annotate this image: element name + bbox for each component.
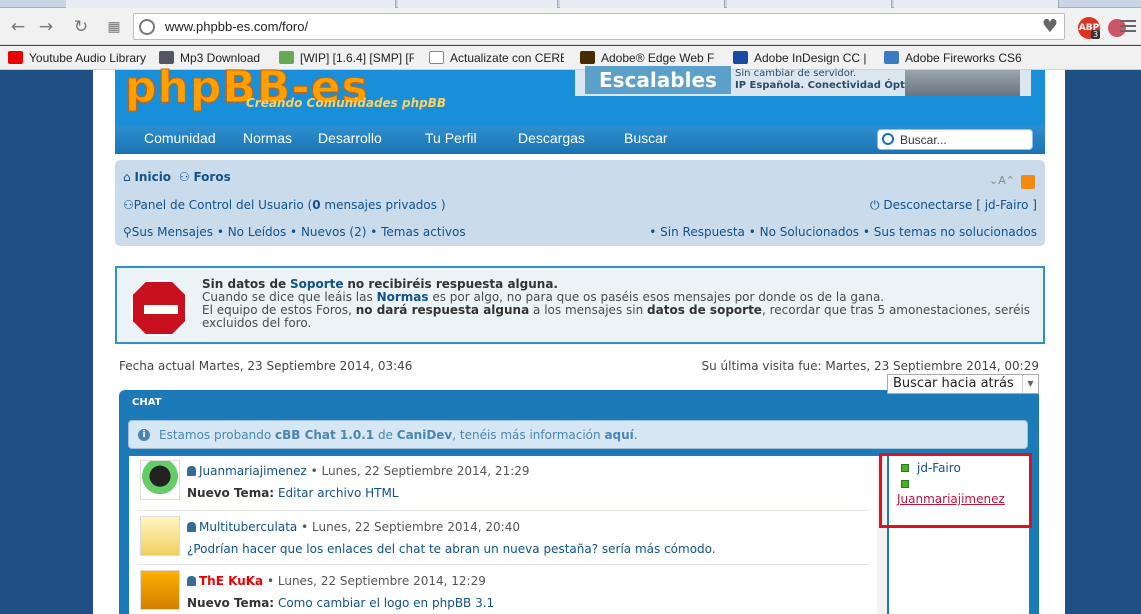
tab-strip: [0, 0, 1141, 8]
bookmark-item[interactable]: Adobe InDesign CC |: [733, 51, 869, 67]
message-date: • Lunes, 22 Septiembre 2014, 20:40: [301, 520, 520, 534]
page-icon: [429, 51, 444, 64]
search-input[interactable]: Buscar...: [877, 129, 1033, 150]
jump-back-select[interactable]: Buscar hacia atrás ▼: [887, 374, 1039, 394]
breadcrumb-panel: ⌂ Inicio ⚇ Foros ⌄A⌃ ⚇Panel de Control d…: [115, 160, 1045, 246]
home-icon: ⌂: [123, 170, 131, 184]
user-icon: [187, 576, 196, 586]
soporte-link[interactable]: Soporte: [290, 277, 344, 291]
quick-links-row: ⚲Sus Mensajes • No Leídos • Nuevos (2) •…: [123, 225, 1037, 243]
message-user[interactable]: Multituberculata: [199, 520, 297, 534]
message-user[interactable]: Juanmariajimenez: [199, 464, 307, 478]
browser-tab[interactable]: [66, 0, 396, 8]
message-link[interactable]: Editar archivo HTML: [278, 486, 399, 500]
nav-comunidad[interactable]: Comunidad: [144, 130, 216, 146]
bookmark-heart-icon[interactable]: ♥: [1042, 16, 1058, 37]
message-user[interactable]: ThE KuKa: [199, 574, 263, 588]
edge-web-fonts-icon: [580, 51, 595, 64]
browser-tab[interactable]: [398, 0, 558, 8]
banner-server-image: [905, 70, 1020, 96]
youtube-icon: [8, 51, 23, 64]
forums-icon: ⚇: [178, 170, 190, 184]
nav-descargas[interactable]: Descargas: [518, 130, 585, 146]
ad-banner[interactable]: Escalables Sin cambiar de servidor. IP Es…: [575, 66, 1031, 96]
banner-headline: Escalables: [585, 66, 731, 94]
search-small-icon: ⚲: [123, 225, 132, 239]
last-visit: Su última visita fue: Martes, 23 Septiem…: [701, 359, 1040, 373]
browser-tab[interactable]: [727, 0, 892, 8]
nav-desarrollo[interactable]: Desarrollo: [318, 130, 382, 146]
adblock-badge: 3: [1091, 30, 1101, 39]
message-link[interactable]: Como cambiar el logo en phpBB 3.1: [278, 596, 494, 610]
crumb-foros[interactable]: Foros: [193, 170, 230, 184]
normas-link[interactable]: Normas: [377, 290, 429, 304]
nav-buscar[interactable]: Buscar: [624, 130, 668, 146]
site-tagline: Creando Comunidades phpBB: [246, 96, 447, 110]
current-date: Fecha actual Martes, 23 Septiembre 2014,…: [119, 359, 413, 373]
back-icon[interactable]: ←: [8, 17, 28, 37]
message-date: • Lunes, 22 Septiembre 2014, 12:29: [266, 574, 486, 588]
avatar[interactable]: [140, 570, 180, 610]
user-icon: [187, 466, 196, 476]
forum-page: phpBB-es Creando Comunidades phpBB Escal…: [93, 62, 1065, 614]
info-icon: i: [138, 429, 150, 441]
annotation-highlight-box: [879, 453, 1032, 528]
font-size-control[interactable]: ⌄A⌃: [989, 174, 1015, 187]
site-header: phpBB-es Creando Comunidades phpBB Escal…: [115, 62, 1045, 126]
apps-icon[interactable]: ▦: [104, 17, 124, 37]
chat-title: CHAT: [132, 397, 162, 408]
main-nav: Comunidad Normas Desarrollo Tu Perfil De…: [115, 126, 1045, 154]
avatar[interactable]: [140, 516, 180, 556]
stop-sign-icon: [131, 280, 187, 336]
address-url[interactable]: www.phpbb-es.com/foro/: [165, 19, 308, 34]
message-text: ¿Podrían hacer que los enlaces del chat …: [187, 542, 716, 556]
support-notice: Sin datos de Soporte no recibiréis respu…: [115, 266, 1045, 344]
bookmark-item[interactable]: Actualizate con CEREB: [429, 51, 564, 67]
search-icon: [882, 133, 894, 145]
user-icon: [187, 522, 196, 532]
browser-toolbar: ← → ↻ ▦ www.phpbb-es.com/foro/ ♥ ABP 3: [0, 8, 1141, 45]
logout-link[interactable]: Desconectarse [ jd-Fairo ]: [883, 198, 1037, 212]
user-panel-row: ⚇Panel de Control del Usuario (0 mensaje…: [123, 198, 1037, 216]
browser-tab[interactable]: [560, 0, 725, 8]
page-info-icon[interactable]: [139, 19, 155, 35]
reload-icon[interactable]: ↻: [71, 17, 91, 37]
divider: [137, 564, 869, 565]
chat-info: i Estamos probando cBB Chat 1.0.1 de Can…: [128, 420, 1028, 449]
pm-suffix: mensajes privados ): [320, 198, 446, 212]
date-row: Fecha actual Martes, 23 Septiembre 2014,…: [119, 359, 1039, 375]
chat-message: ThE KuKa • Lunes, 22 Septiembre 2014, 12…: [137, 566, 869, 614]
chat-messages[interactable]: Juanmariajimenez • Lunes, 22 Septiembre …: [129, 456, 887, 614]
rss-icon[interactable]: [1021, 175, 1035, 189]
ucp-link[interactable]: Panel de Control del Usuario (: [134, 198, 312, 212]
chat-message: Juanmariajimenez • Lunes, 22 Septiembre …: [137, 456, 869, 508]
fireworks-icon: [884, 51, 899, 64]
avatar[interactable]: [140, 460, 180, 500]
ucp-icon: ⚇: [123, 198, 134, 212]
forward-icon[interactable]: →: [36, 17, 56, 37]
quick-links-right[interactable]: • Sin Respuesta • No Solucionados • Sus …: [649, 225, 1037, 239]
divider: [137, 510, 869, 511]
info-link[interactable]: aquí: [604, 428, 633, 442]
crumb-inicio[interactable]: Inicio: [134, 170, 171, 184]
browser-tab[interactable]: [894, 0, 1059, 8]
banner-text: Sin cambiar de servidor. IP Española. Con…: [735, 68, 930, 91]
indesign-icon: [733, 51, 748, 64]
menu-icon[interactable]: [1120, 20, 1136, 34]
message-date: • Lunes, 22 Septiembre 2014, 21:29: [310, 464, 530, 478]
breadcrumb: ⌂ Inicio ⚇ Foros ⌄A⌃: [123, 170, 1037, 189]
chat-message: Multituberculata • Lunes, 22 Septiembre …: [137, 512, 869, 564]
pm-count[interactable]: 0: [312, 198, 320, 212]
notice-text: Sin datos de Soporte no recibiréis respu…: [202, 277, 1031, 330]
nav-tu-perfil[interactable]: Tu Perfil: [425, 130, 477, 146]
power-icon: ⏻: [870, 198, 880, 212]
nav-normas[interactable]: Normas: [243, 130, 292, 146]
quick-links-left[interactable]: Sus Mensajes • No Leídos • Nuevos (2) • …: [132, 225, 466, 239]
bookmark-item[interactable]: Adobe® Edge Web F: [580, 51, 715, 67]
address-bar[interactable]: www.phpbb-es.com/foro/ ♥: [133, 13, 1065, 40]
bookmark-item[interactable]: Adobe Fireworks CS6: [884, 51, 1024, 67]
chevron-down-icon: ▼: [1022, 375, 1038, 393]
search-placeholder: Buscar...: [900, 133, 947, 147]
